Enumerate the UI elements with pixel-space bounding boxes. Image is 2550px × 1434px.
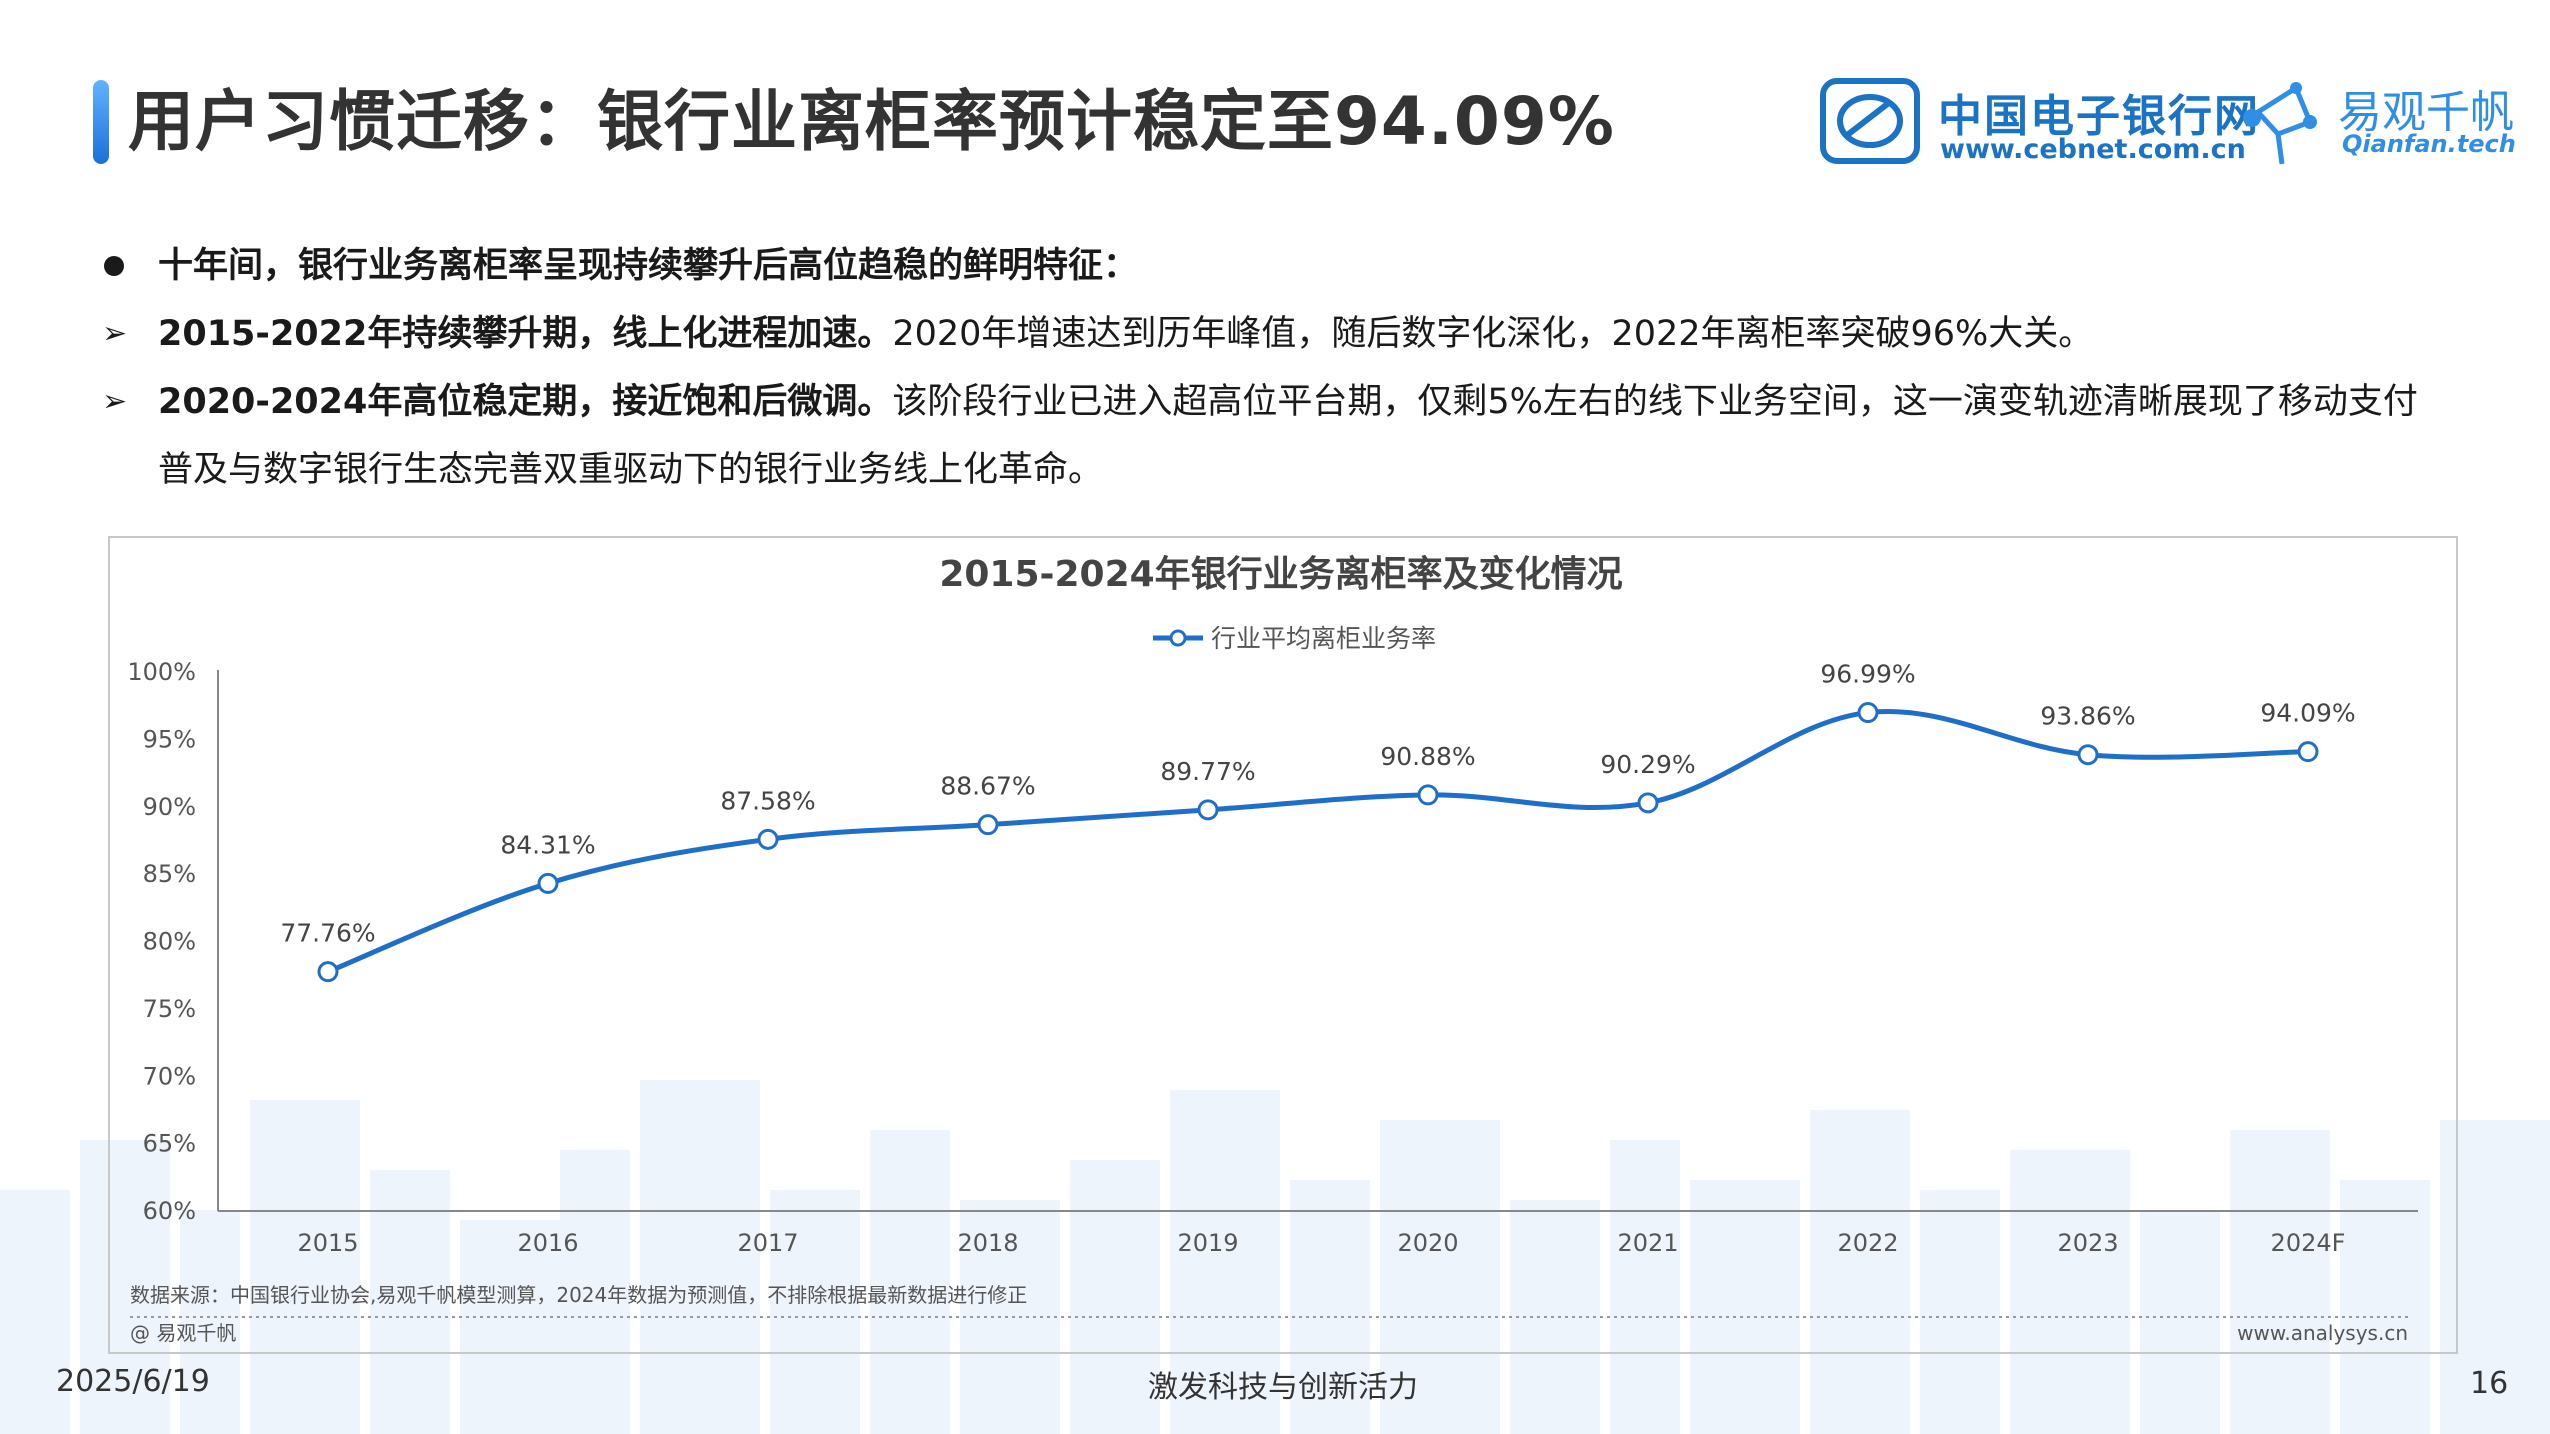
bullet-dot-icon: [104, 256, 124, 276]
data-label: 89.77%: [1160, 757, 1255, 786]
qianfan-logo: 易观千帆 Qianfan.tech: [2238, 72, 2538, 172]
arrow-bullet-icon: ➢: [102, 316, 128, 351]
series-line: [327, 709, 2309, 975]
data-label: 90.88%: [1380, 742, 1475, 771]
bullet-point-2: ➢ 2020-2024年高位稳定期，接近饱和后微调。该阶段行业已进入超高位平台期…: [100, 368, 2440, 504]
data-point: [757, 828, 779, 850]
y-tick-label: 60%: [143, 1197, 196, 1225]
data-point: [537, 872, 559, 894]
y-tick-label: 95%: [143, 725, 196, 753]
bullet-list: 十年间，银行业务离柜率呈现持续攀升后高位趋稳的鲜明特征： ➢ 2015-2022…: [100, 232, 2440, 504]
chart-copyright: @ 易观千帆: [130, 1321, 236, 1345]
x-tick-label: 2016: [517, 1229, 578, 1257]
data-label: 94.09%: [2260, 699, 2355, 728]
data-label: 88.67%: [940, 772, 1035, 801]
point1-text: 2020年增速达到历年峰值，随后数字化深化，2022年离柜率突破96%大关。: [892, 314, 2094, 354]
cebnet-logo: 中国电子银行网 www.cebnet.com.cn: [1820, 78, 2258, 168]
x-tick-label: 2017: [737, 1229, 798, 1257]
data-point: [1417, 784, 1439, 806]
y-tick-label: 70%: [143, 1062, 196, 1090]
cebnet-logo-url: www.cebnet.com.cn: [1940, 134, 2246, 165]
data-label: 87.58%: [720, 786, 815, 815]
chart-title: 2015-2024年银行业务离柜率及变化情况: [939, 553, 1622, 595]
data-point: [1637, 792, 1659, 814]
qianfan-logo-icon: [2243, 82, 2317, 165]
data-label: 84.31%: [500, 830, 595, 859]
y-tick-label: 80%: [143, 928, 196, 956]
chart-website: www.analysys.cn: [2237, 1321, 2408, 1345]
summary-text: 十年间，银行业务离柜率呈现持续攀升后高位趋稳的鲜明特征：: [158, 246, 1139, 286]
x-tick-label: 2023: [2057, 1229, 2118, 1257]
title-accent-bar: [93, 80, 109, 164]
y-tick-label: 100%: [127, 658, 196, 686]
x-tick-label: 2024F: [2271, 1229, 2346, 1257]
data-point: [1857, 702, 1879, 724]
y-tick-label: 65%: [143, 1130, 196, 1158]
chart-source-note: 数据来源：中国银行业协会,易观千帆模型测算，2024年数据为预测值，不排除根据最…: [130, 1283, 1027, 1307]
x-tick-label: 2018: [957, 1229, 1018, 1257]
data-point: [977, 814, 999, 836]
data-point: [1197, 799, 1219, 821]
y-tick-label: 90%: [143, 793, 196, 821]
line-chart: 2015-2024年银行业务离柜率及变化情况行业平均离柜业务率 60% 65% 70%…: [127, 553, 2418, 1345]
data-label: 77.76%: [280, 919, 375, 948]
arrow-bullet-icon: ➢: [102, 384, 128, 419]
data-label: 96.99%: [1820, 660, 1915, 689]
x-tick-label: 2019: [1177, 1229, 1238, 1257]
legend-marker: [1169, 629, 1187, 647]
y-tick-label: 75%: [143, 995, 196, 1023]
cebnet-logo-icon: [1820, 78, 1920, 164]
y-tick-label: 85%: [143, 860, 196, 888]
legend-label: 行业平均离柜业务率: [1211, 624, 1436, 653]
bullet-summary: 十年间，银行业务离柜率呈现持续攀升后高位趋稳的鲜明特征：: [100, 232, 2440, 300]
page-title: 用户习惯迁移：银行业离柜率预计稳定至94.09%: [128, 83, 1615, 160]
x-tick-label: 2015: [297, 1229, 358, 1257]
data-label: 90.29%: [1600, 750, 1695, 779]
data-point: [2077, 744, 2099, 766]
page-number: 16: [2470, 1366, 2509, 1401]
footer-slogan: 激发科技与创新活力: [1148, 1370, 1418, 1405]
footer-date: 2025/6/19: [56, 1364, 210, 1399]
point2-bold: 2020-2024年高位稳定期，接近饱和后微调。: [158, 382, 893, 422]
data-point: [2297, 741, 2319, 763]
bullet-point-1: ➢ 2015-2022年持续攀升期，线上化进程加速。2020年增速达到历年峰值，…: [100, 300, 2440, 368]
data-label: 93.86%: [2040, 702, 2135, 731]
qianfan-logo-url: Qianfan.tech: [2342, 130, 2516, 158]
x-tick-label: 2020: [1397, 1229, 1458, 1257]
point1-bold: 2015-2022年持续攀升期，线上化进程加速。: [158, 314, 893, 354]
x-tick-label: 2021: [1617, 1229, 1678, 1257]
data-point: [317, 961, 339, 983]
x-tick-label: 2022: [1837, 1229, 1898, 1257]
